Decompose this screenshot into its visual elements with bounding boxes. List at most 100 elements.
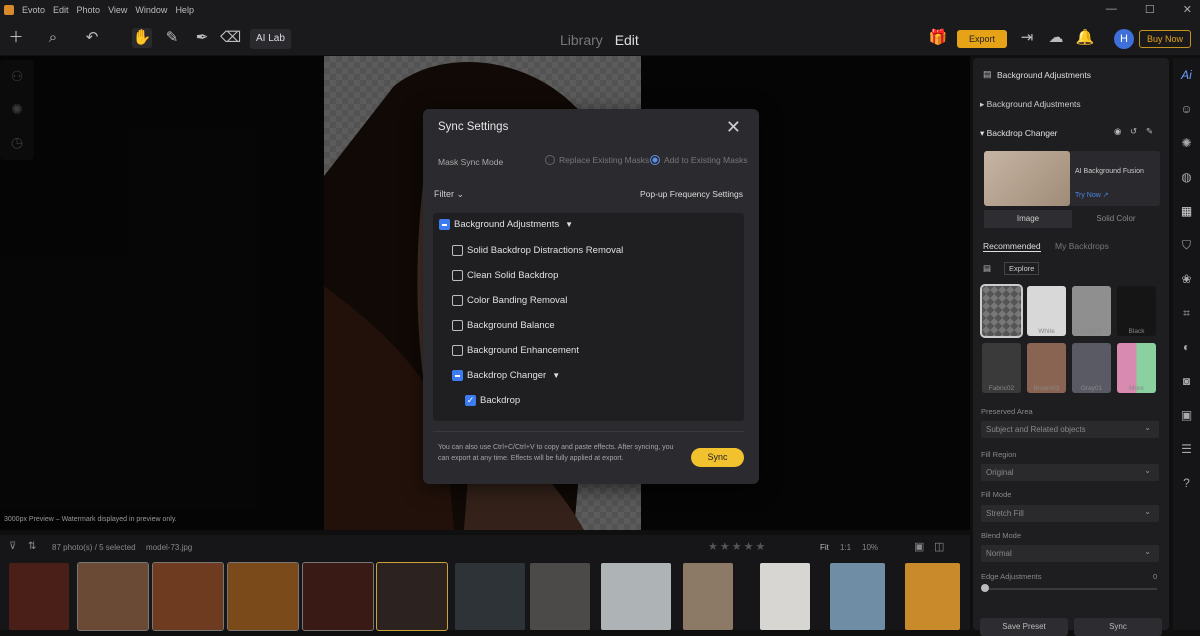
swatch-transparent[interactable] — [980, 284, 1023, 338]
camera-icon[interactable]: ◙ — [1173, 364, 1200, 398]
list-item[interactable]: Background Enhancement — [452, 345, 579, 356]
image-icon[interactable]: ▣ — [1173, 398, 1200, 432]
checkbox[interactable] — [452, 295, 463, 306]
zoom-level[interactable]: 10% — [862, 543, 878, 552]
compare-view-icon[interactable]: ◫ — [934, 540, 944, 553]
checkbox[interactable] — [452, 245, 463, 256]
color-icon[interactable]: ◐ — [1173, 330, 1200, 364]
single-view-icon[interactable]: ▣ — [914, 540, 924, 553]
thumbnail[interactable] — [530, 563, 590, 630]
pet-icon[interactable]: ❀ — [1173, 262, 1200, 296]
caret-down-icon[interactable]: ▼ — [552, 371, 560, 380]
buy-now-button[interactable]: Buy Now — [1139, 30, 1191, 48]
share-icon[interactable]: ⇥ — [1017, 28, 1037, 48]
eraser-icon[interactable]: ⌫ — [220, 28, 241, 48]
menu-photo[interactable]: Photo — [77, 5, 101, 15]
radio-add-masks[interactable]: Add to Existing Masks — [650, 155, 748, 165]
fill-mode-select[interactable]: Stretch Fill — [981, 503, 1159, 522]
tab-my-backdrops[interactable]: My Backdrops — [1055, 241, 1109, 251]
close-window-icon[interactable]: ✕ — [1183, 3, 1192, 16]
swatch-fabric02[interactable]: Fabric02 — [982, 343, 1021, 393]
checkbox[interactable] — [452, 270, 463, 281]
zoom-1to1-button[interactable]: 1:1 — [840, 543, 851, 552]
preserved-area-select[interactable]: Subject and Related objects — [981, 419, 1159, 438]
blend-mode-select[interactable]: Normal — [981, 543, 1159, 562]
list-item-backdrop[interactable]: ✓ Backdrop — [465, 395, 520, 406]
list-item[interactable]: Color Banding Removal — [452, 295, 567, 306]
swatch-gray02[interactable]: Gray02 — [1072, 286, 1111, 336]
checkbox[interactable] — [452, 345, 463, 356]
avatar[interactable]: H — [1114, 29, 1134, 49]
explore-button[interactable]: Explore — [1004, 262, 1040, 275]
edit-icon[interactable]: ✎ — [1146, 126, 1153, 137]
undo-icon[interactable]: ↶ — [82, 28, 102, 48]
menu-edit[interactable]: Edit — [53, 5, 69, 15]
swatch-white[interactable]: White — [1027, 286, 1066, 336]
hand-tool-icon[interactable]: ✋ — [132, 28, 152, 48]
thumbnail[interactable] — [9, 563, 69, 630]
panel-sync-button[interactable]: Sync — [1074, 618, 1162, 636]
pen-tool-icon[interactable]: ✒ — [192, 28, 212, 48]
export-button[interactable]: Export — [957, 30, 1007, 48]
thumbnail[interactable] — [830, 563, 885, 630]
sparkle-icon[interactable]: ✺ — [1173, 126, 1200, 160]
zoom-fit-button[interactable]: Fit — [820, 543, 829, 552]
checkbox-partial[interactable] — [452, 370, 463, 381]
minimize-icon[interactable]: — — [1106, 3, 1117, 16]
filter-icon[interactable]: ⊽ — [9, 541, 16, 552]
sort-icon[interactable]: ⇅ — [28, 541, 36, 552]
thumbnail-selected[interactable] — [152, 562, 224, 631]
maximize-icon[interactable]: ☐ — [1145, 3, 1155, 16]
section-backdrop-changer[interactable]: ▾ Backdrop Changer — [980, 128, 1058, 139]
folder-icon[interactable]: ▤ — [983, 263, 991, 274]
sliders-icon[interactable]: ☰ — [1173, 432, 1200, 466]
ai-card-link[interactable]: Try Now ↗ — [1075, 191, 1109, 199]
popup-frequency-link[interactable]: Pop-up Frequency Settings — [640, 189, 743, 199]
thumbnail[interactable] — [760, 563, 810, 630]
shirt-icon[interactable]: ⛉ — [1173, 228, 1200, 262]
checkbox[interactable] — [452, 320, 463, 331]
edge-slider-handle[interactable] — [981, 584, 989, 592]
tab-recommended[interactable]: Recommended — [983, 241, 1041, 252]
help-icon[interactable]: ? — [1173, 466, 1200, 500]
checkbox-partial[interactable] — [439, 219, 450, 230]
background-icon[interactable]: ▦ — [1173, 194, 1200, 228]
face-icon[interactable]: ◍ — [1173, 160, 1200, 194]
thumbnail-selected[interactable] — [227, 562, 299, 631]
brush-tool-icon[interactable]: ✎ — [162, 28, 182, 48]
thumbnail[interactable] — [455, 563, 525, 630]
filter-dropdown[interactable]: Filter ⌄ — [434, 189, 464, 200]
thumbnail[interactable] — [683, 563, 733, 630]
swatch-brown03[interactable]: Brown03 — [1027, 343, 1066, 393]
ai-background-fusion-card[interactable]: AI Background Fusion Try Now ↗ — [984, 151, 1160, 206]
crop-icon[interactable]: ⌗ — [1173, 296, 1200, 330]
thumbnail[interactable] — [905, 563, 960, 630]
list-item[interactable]: Solid Backdrop Distractions Removal — [452, 245, 623, 256]
search-icon[interactable]: ⌕ — [43, 28, 63, 48]
swatch-more[interactable]: More — [1117, 343, 1156, 393]
edge-slider[interactable] — [985, 588, 1157, 590]
swatch-black[interactable]: Black — [1117, 286, 1156, 336]
save-preset-button[interactable]: Save Preset — [980, 618, 1068, 636]
close-icon[interactable]: ✕ — [726, 117, 741, 138]
list-item[interactable]: Clean Solid Backdrop — [452, 270, 558, 281]
thumbnail[interactable] — [601, 563, 671, 630]
menu-window[interactable]: Window — [135, 5, 167, 15]
gift-icon[interactable]: 🎁 — [928, 28, 948, 48]
thumbnail-selected[interactable] — [77, 562, 149, 631]
ai-icon[interactable]: Ai — [1173, 58, 1200, 92]
swatch-gray01[interactable]: Gray01 — [1072, 343, 1111, 393]
fill-region-select[interactable]: Original — [981, 462, 1159, 481]
menu-app[interactable]: Evoto — [22, 5, 45, 15]
bell-icon[interactable]: 🔔 — [1075, 28, 1095, 48]
ai-lab-button[interactable]: AI Lab — [250, 29, 291, 49]
reset-icon[interactable]: ↺ — [1130, 126, 1137, 137]
cloud-icon[interactable]: ☁ — [1046, 28, 1066, 48]
thumbnail-selected[interactable] — [302, 562, 374, 631]
portrait-icon[interactable]: ☺ — [1173, 92, 1200, 126]
thumbnail-current[interactable] — [376, 562, 448, 631]
segment-image[interactable]: Image — [984, 210, 1072, 228]
eye-icon[interactable]: ◉ — [1114, 126, 1121, 137]
sync-button[interactable]: Sync — [691, 448, 744, 467]
add-icon[interactable]: ＋ — [6, 28, 26, 48]
